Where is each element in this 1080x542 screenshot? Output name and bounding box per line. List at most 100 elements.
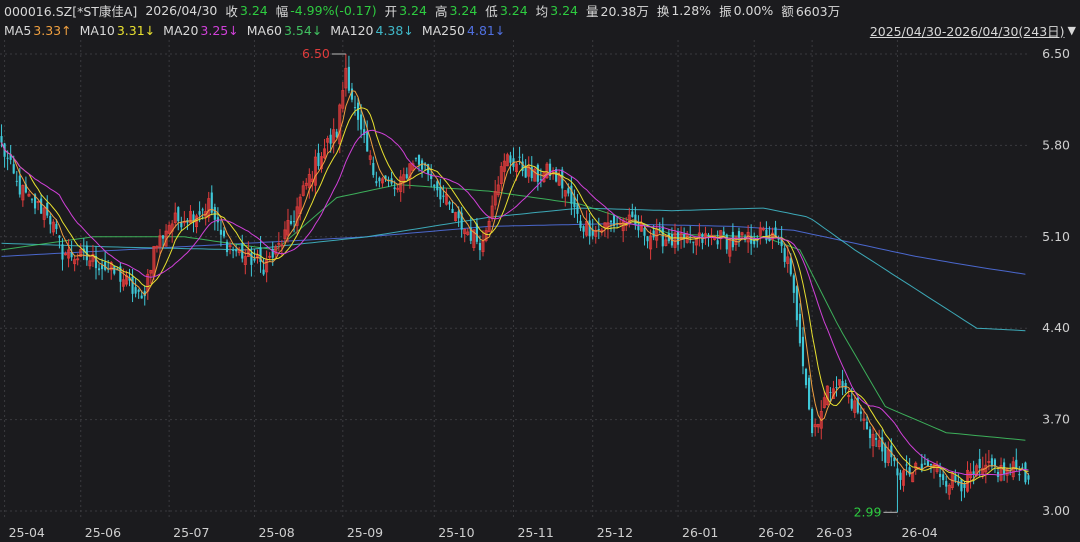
candle-body	[524, 167, 527, 178]
candle-body	[597, 229, 600, 231]
candle-body	[841, 380, 844, 387]
candle-body	[293, 221, 296, 223]
candle-body	[929, 463, 933, 466]
x-tick-label: 26-03	[816, 525, 852, 540]
candle-body	[134, 287, 137, 294]
candle-body	[536, 164, 539, 182]
candle-body	[896, 468, 899, 476]
candlestick-chart[interactable]: 6.50 5.80 5.10 4.40 3.70 3.00 25-04 25-06 25-07 2…	[0, 40, 1080, 542]
date-range-text[interactable]: 2025/04/30-2026/04/30(243日)	[870, 21, 1065, 40]
candle-body	[923, 463, 926, 465]
candle-body	[789, 258, 792, 275]
candle-body	[829, 392, 832, 394]
candle-body	[835, 387, 838, 389]
y-tick-label: 3.70	[1042, 412, 1070, 427]
y-tick-label: 6.50	[1042, 46, 1070, 61]
candle-body	[433, 184, 436, 187]
candle-body	[945, 481, 948, 487]
candle-body	[353, 107, 357, 109]
candle-body	[198, 211, 201, 215]
candle-body	[996, 471, 1000, 477]
low-field: 低 3.24	[485, 2, 528, 19]
candle-body	[457, 211, 460, 219]
candle-body	[716, 240, 719, 245]
candle-body	[765, 229, 768, 241]
candle-body	[448, 201, 451, 205]
candle-body	[942, 474, 945, 481]
candle-body	[375, 181, 378, 184]
candle-body	[356, 102, 360, 120]
candle-body	[859, 411, 862, 414]
candle-body	[801, 336, 805, 367]
candle-body	[30, 199, 34, 201]
x-tick-label: 25-08	[258, 525, 294, 540]
candle-body	[201, 209, 204, 211]
candle-body	[420, 160, 424, 170]
candle-body	[49, 215, 52, 225]
turnover-field: 换 1.28%	[656, 2, 712, 19]
candle-body	[798, 313, 801, 344]
candle-body	[972, 471, 975, 475]
candle-body	[213, 207, 216, 220]
candle-body	[990, 458, 993, 467]
candle-body	[393, 187, 396, 190]
candle-body	[1027, 475, 1030, 480]
candle-body	[811, 408, 814, 434]
ma-legend-ma250: MA250 4.81↓	[421, 22, 506, 38]
candle-body	[222, 230, 226, 237]
candle-body	[555, 169, 558, 182]
candle-body	[225, 241, 229, 253]
caret-down-icon[interactable]: ▼	[1068, 24, 1076, 37]
quote-date: 2026/04/30	[145, 2, 218, 18]
avg-field: 均 3.24	[535, 2, 579, 19]
candle-body	[634, 214, 637, 225]
ma-legend-ma120: MA120 4.38↓	[330, 22, 414, 38]
candle-body	[250, 252, 253, 265]
ma-legend-ma60: MA60 3.54↓	[246, 22, 323, 38]
candle-body	[509, 155, 512, 163]
candle-body	[405, 174, 408, 179]
candle-body	[177, 207, 180, 222]
open-field: 开 3.24	[384, 2, 427, 19]
x-tick-label: 26-01	[682, 525, 718, 540]
candle-body	[658, 228, 661, 230]
candle-body	[978, 458, 981, 469]
candle-body	[722, 231, 725, 235]
candle-body	[1018, 474, 1021, 476]
candle-body	[576, 203, 579, 214]
ma-legend-ma10: MA10 3.31↓	[79, 22, 156, 38]
candle-body	[567, 188, 570, 194]
y-tick-label: 5.10	[1042, 229, 1070, 244]
candle-body	[101, 265, 104, 270]
candle-body	[1015, 459, 1018, 469]
x-tick-label: 25-09	[347, 525, 383, 540]
x-tick-label: 26-04	[901, 525, 937, 540]
candle-body	[954, 475, 957, 481]
candle-body	[899, 472, 902, 480]
candle-body	[378, 177, 381, 182]
candle-body	[792, 275, 795, 293]
candle-body	[963, 483, 966, 488]
high-field: 高 3.24	[434, 2, 478, 19]
amplitude-field: 振 0.00%	[719, 2, 774, 19]
candle-body	[417, 155, 421, 165]
low-price-label: 2.99	[854, 504, 882, 519]
candle-body	[6, 157, 9, 159]
x-tick-label: 26-02	[758, 525, 794, 540]
date-range-selector[interactable]: 2025/04/30-2026/04/30(243日) ▼	[870, 20, 1076, 40]
candle-body	[582, 226, 585, 232]
change-field: 幅 -4.99%(-0.17)	[275, 2, 377, 19]
candle-body	[865, 421, 869, 430]
candle-body	[317, 152, 320, 166]
candle-body	[737, 231, 741, 238]
candle-body	[637, 225, 640, 231]
y-tick-label: 3.00	[1042, 503, 1070, 518]
candle-body	[850, 398, 853, 409]
candle-body	[61, 244, 64, 260]
candle-body	[451, 208, 454, 213]
candle-body	[97, 268, 101, 271]
candle-body	[868, 429, 872, 439]
candle-body	[731, 231, 734, 248]
candle-body	[235, 249, 238, 252]
volume-field: 量 20.38万	[586, 3, 649, 19]
